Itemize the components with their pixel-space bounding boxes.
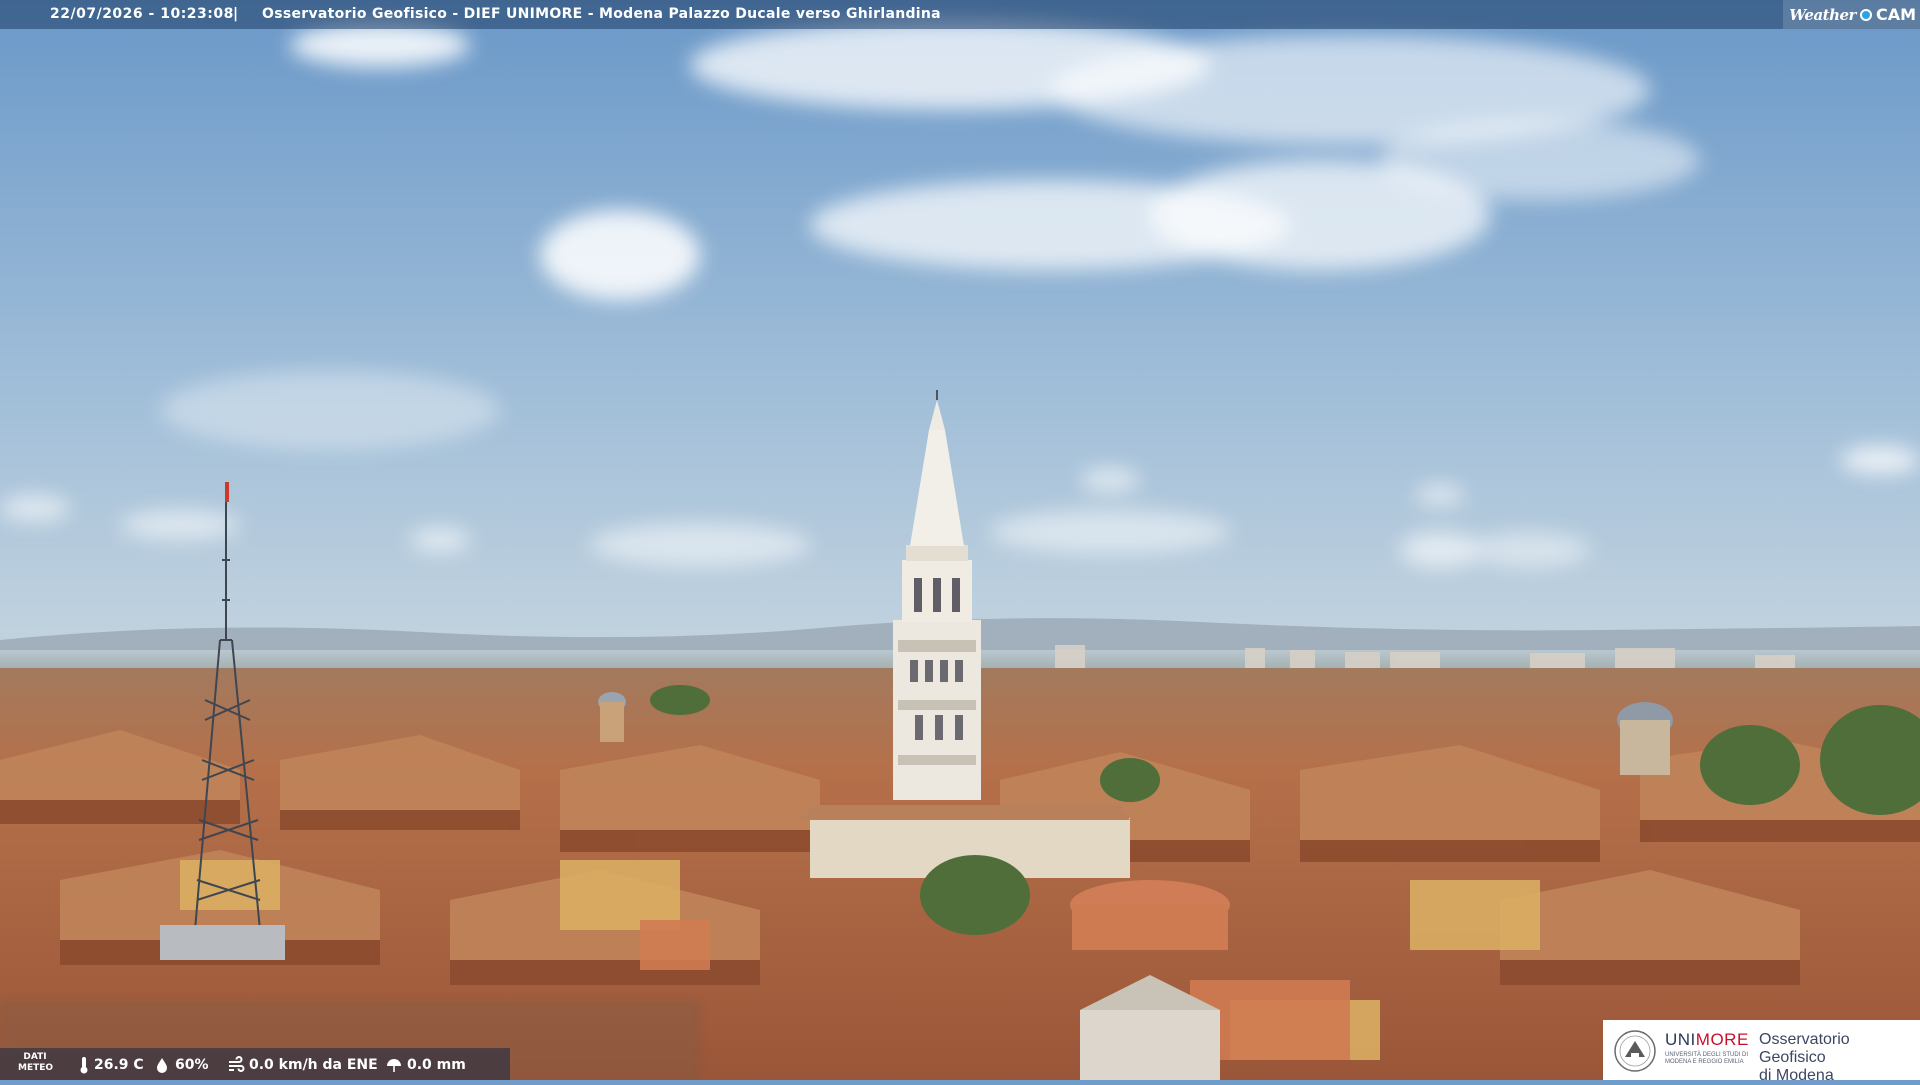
observatory-logo: UNIMORE UNIVERSITÀ DEGLI STUDI DI MODENA…	[1603, 1020, 1920, 1084]
rain-icon	[387, 1059, 401, 1072]
timestamp: 22/07/2026 - 10:23:08	[50, 6, 234, 22]
observatory-name-line1: Osservatorio Geofisico	[1759, 1031, 1850, 1066]
temperature-reading: 26.9 C	[78, 1056, 144, 1074]
weathercam-logo-weather: Weather	[1789, 5, 1856, 24]
weather-data-label: DATI METEO	[18, 1052, 54, 1074]
unimore-subtitle: UNIVERSITÀ DEGLI STUDI DI MODENA E REGGI…	[1665, 1052, 1749, 1065]
observatory-name: Osservatorio Geofisico di Modena	[1759, 1031, 1920, 1085]
humidity-value: 60%	[175, 1057, 209, 1073]
header-bar: 22/07/2026 - 10:23:08 | Osservatorio Geo…	[0, 0, 1920, 29]
weathercam-dot-icon	[1859, 8, 1872, 21]
weathercam-logo-cam: CAM	[1875, 5, 1916, 24]
weather-label-line1: DATI	[23, 1052, 47, 1062]
weather-label-line2: METEO	[18, 1063, 54, 1073]
wind-icon	[229, 1056, 245, 1072]
wind-reading: 0.0 km/h da ENE	[227, 1056, 378, 1074]
camera-title: Osservatorio Geofisico - DIEF UNIMORE - …	[262, 6, 941, 22]
webcam-scene	[0, 0, 1920, 1080]
humidity-reading: 60%	[153, 1056, 209, 1074]
rain-value: 0.0 mm	[407, 1057, 466, 1073]
humidity-drop-icon	[157, 1058, 167, 1073]
unimore-seal-icon	[1614, 1030, 1656, 1072]
header-separator: |	[233, 6, 239, 22]
temperature-value: 26.9 C	[94, 1057, 144, 1073]
unimore-wordmark: UNIMORE	[1665, 1030, 1749, 1050]
thermometer-icon	[80, 1057, 88, 1074]
rain-reading: 0.0 mm	[385, 1056, 466, 1074]
weathercam-logo: Weather CAM	[1783, 0, 1920, 29]
weather-readout-bar: DATI METEO 26.9 C 60% 0.0 km/h da ENE 0.…	[0, 1048, 510, 1080]
observatory-name-line2: di Modena	[1759, 1067, 1834, 1084]
unimore-more: MORE	[1695, 1030, 1749, 1049]
mast-base	[160, 925, 285, 960]
wind-value: 0.0 km/h da ENE	[249, 1057, 378, 1073]
unimore-uni: UNI	[1665, 1030, 1696, 1049]
